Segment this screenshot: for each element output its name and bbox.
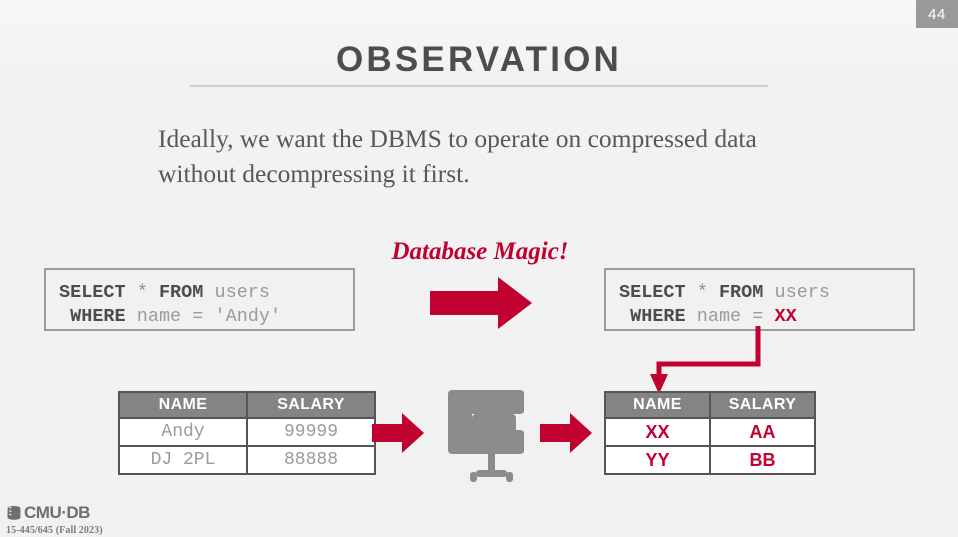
sql-literal-value: 'Andy' (214, 306, 282, 327)
slide-canvas: 44 OBSERVATION Ideally, we want the DBMS… (0, 0, 958, 537)
cell-salary: AA (709, 417, 816, 447)
sql-keyword-where: WHERE (70, 306, 126, 327)
cell-salary: 99999 (246, 417, 376, 447)
page-title: OBSERVATION (335, 40, 623, 79)
sql-keyword-select: SELECT (59, 282, 126, 303)
sql-table-name: users (214, 282, 270, 303)
sql-query-original: SELECT * FROM users WHERE name = 'Andy' (44, 268, 355, 331)
sql-keyword-from: FROM (158, 282, 204, 303)
sql-operator: = (752, 306, 764, 327)
elbow-connector-arrow-icon (650, 326, 761, 394)
sql-column-name: name (696, 306, 742, 327)
column-header-name: NAME (604, 391, 711, 419)
table-row: XX AA (604, 417, 816, 447)
sql-star: * (136, 282, 148, 303)
body-paragraph: Ideally, we want the DBMS to operate on … (158, 124, 757, 188)
title-divider (190, 85, 768, 87)
footer-wordmark: CMU·DB (24, 503, 90, 522)
column-header-name: NAME (118, 391, 248, 419)
sql-compressed-code-value: XX (774, 306, 797, 327)
table-row: YY BB (604, 445, 816, 475)
table-row: DJ 2PL 88888 (118, 445, 376, 475)
sql-star: * (696, 282, 708, 303)
footer-course-label: 15-445/645 (Fall 2023) (6, 525, 103, 536)
sql-keyword-from: FROM (718, 282, 764, 303)
right-arrow-icon (430, 277, 532, 329)
sql-query-compressed: SELECT * FROM users WHERE name = XX (604, 268, 915, 331)
footer-logo-row: CMU·DB (6, 503, 103, 523)
column-header-salary: SALARY (246, 391, 376, 419)
right-arrow-icon (372, 413, 424, 453)
database-magic-label: Database Magic! (391, 238, 569, 265)
uncompressed-table: NAME SALARY Andy 99999 DJ 2PL 88888 (118, 391, 376, 475)
page-number-badge: 44 (916, 0, 958, 28)
cell-salary: 88888 (246, 445, 376, 475)
table-header-row: NAME SALARY (604, 391, 816, 419)
cmu-db-database-icon (7, 506, 21, 520)
sql-keyword-select: SELECT (619, 282, 686, 303)
cell-name: YY (604, 445, 711, 475)
table-row: Andy 99999 (118, 417, 376, 447)
cell-name: XX (604, 417, 711, 447)
sql-table-name: users (774, 282, 830, 303)
footer: CMU·DB 15-445/645 (Fall 2023) (6, 503, 103, 536)
cell-name: Andy (118, 417, 248, 447)
sql-keyword-where: WHERE (630, 306, 686, 327)
compression-clamp-icon (448, 390, 524, 482)
cell-name: DJ 2PL (118, 445, 248, 475)
sql-column-name: name (136, 306, 182, 327)
right-arrow-icon (540, 413, 592, 453)
cell-salary: BB (709, 445, 816, 475)
column-header-salary: SALARY (709, 391, 816, 419)
compressed-table: NAME SALARY XX AA YY BB (604, 391, 816, 475)
sql-operator: = (192, 306, 204, 327)
table-header-row: NAME SALARY (118, 391, 376, 419)
